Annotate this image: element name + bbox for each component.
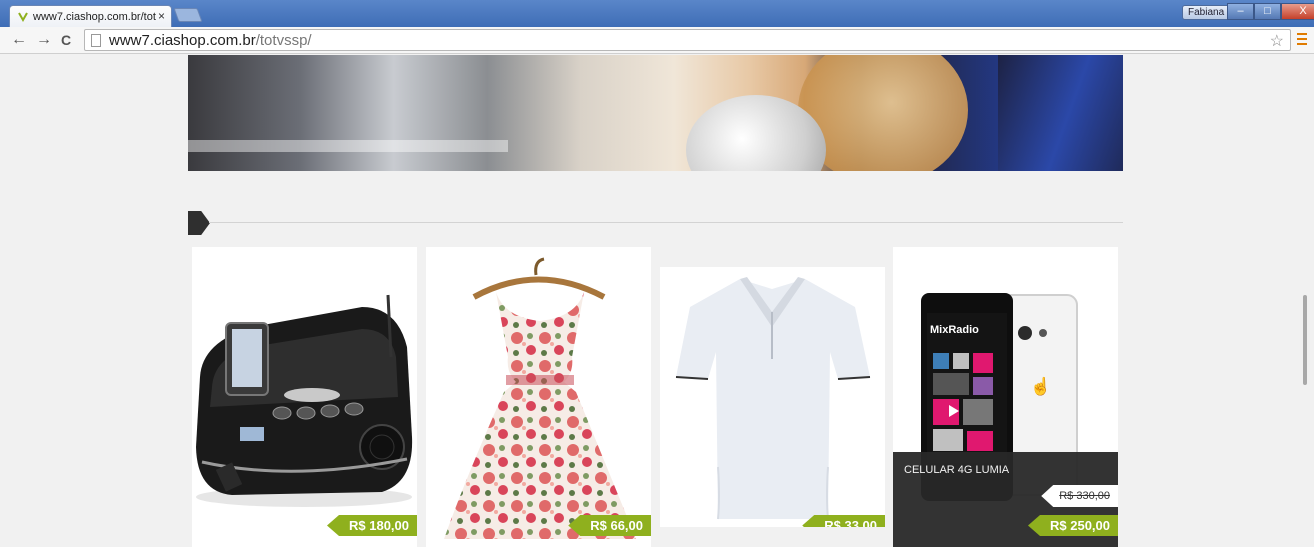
tab-title: www7.ciashop.com.br/tot bbox=[33, 10, 156, 23]
product-name[interactable]: CELULAR 4G LUMIA bbox=[904, 464, 1009, 476]
browser-tabstrip: www7.ciashop.com.br/tot × Fabiana – □ X bbox=[0, 0, 1314, 27]
url-host: www7.ciashop.com.br bbox=[109, 31, 256, 49]
banner-person-jacket bbox=[998, 55, 1123, 171]
product-card[interactable]: R$ 180,00 bbox=[192, 247, 417, 547]
product-card[interactable]: R$ 33,00 bbox=[660, 267, 885, 527]
page-icon bbox=[91, 33, 101, 47]
product-card[interactable]: R$ 66,00 bbox=[426, 247, 651, 547]
price-tag: R$ 33,00 bbox=[802, 515, 885, 527]
old-price: R$ 330,00 bbox=[1041, 485, 1118, 507]
window-controls: – □ X bbox=[1227, 3, 1314, 20]
price-tag: R$ 66,00 bbox=[568, 515, 651, 536]
forward-arrow-icon[interactable]: → bbox=[36, 31, 52, 49]
browser-tab[interactable]: www7.ciashop.com.br/tot × bbox=[9, 5, 172, 27]
profile-button[interactable]: Fabiana bbox=[1182, 5, 1231, 20]
product-image-dress bbox=[444, 257, 636, 539]
product-image-polo-shirt bbox=[675, 277, 871, 520]
menu-icon[interactable] bbox=[1297, 33, 1307, 45]
address-bar[interactable]: www7.ciashop.com.br/totvssp/ ☆ bbox=[84, 29, 1291, 51]
banner-shelf bbox=[188, 140, 508, 152]
hero-banner[interactable] bbox=[188, 55, 1123, 171]
section-divider bbox=[209, 222, 1123, 223]
new-tab-button[interactable] bbox=[173, 8, 203, 22]
product-card[interactable]: MixRadio CELULAR 4G LUMIA R$ 330,00 R$ 2… bbox=[893, 247, 1118, 547]
hand-cursor-icon: ☝ bbox=[1030, 377, 1052, 396]
tab-close-icon[interactable]: × bbox=[158, 9, 165, 23]
section-flag-icon bbox=[188, 211, 210, 235]
browser-toolbar: ← → C www7.ciashop.com.br/totvssp/ ☆ bbox=[0, 27, 1314, 54]
reload-icon[interactable]: C bbox=[61, 31, 71, 49]
back-arrow-icon[interactable]: ← bbox=[11, 31, 27, 49]
page-scrollbar[interactable] bbox=[1303, 295, 1307, 385]
minimize-button[interactable]: – bbox=[1227, 3, 1254, 20]
close-window-button[interactable]: X bbox=[1281, 3, 1314, 20]
favicon-icon bbox=[17, 11, 29, 23]
url-text: www7.ciashop.com.br/totvssp/ bbox=[109, 32, 312, 49]
star-icon[interactable]: ☆ bbox=[1270, 31, 1284, 51]
phone-screen-app-label: MixRadio bbox=[930, 324, 979, 336]
price-tag: R$ 180,00 bbox=[327, 515, 417, 536]
maximize-button[interactable]: □ bbox=[1254, 3, 1281, 20]
price-tag: R$ 250,00 bbox=[1028, 515, 1118, 536]
product-image-boombox bbox=[196, 294, 413, 507]
url-path: /totvssp/ bbox=[255, 31, 312, 49]
